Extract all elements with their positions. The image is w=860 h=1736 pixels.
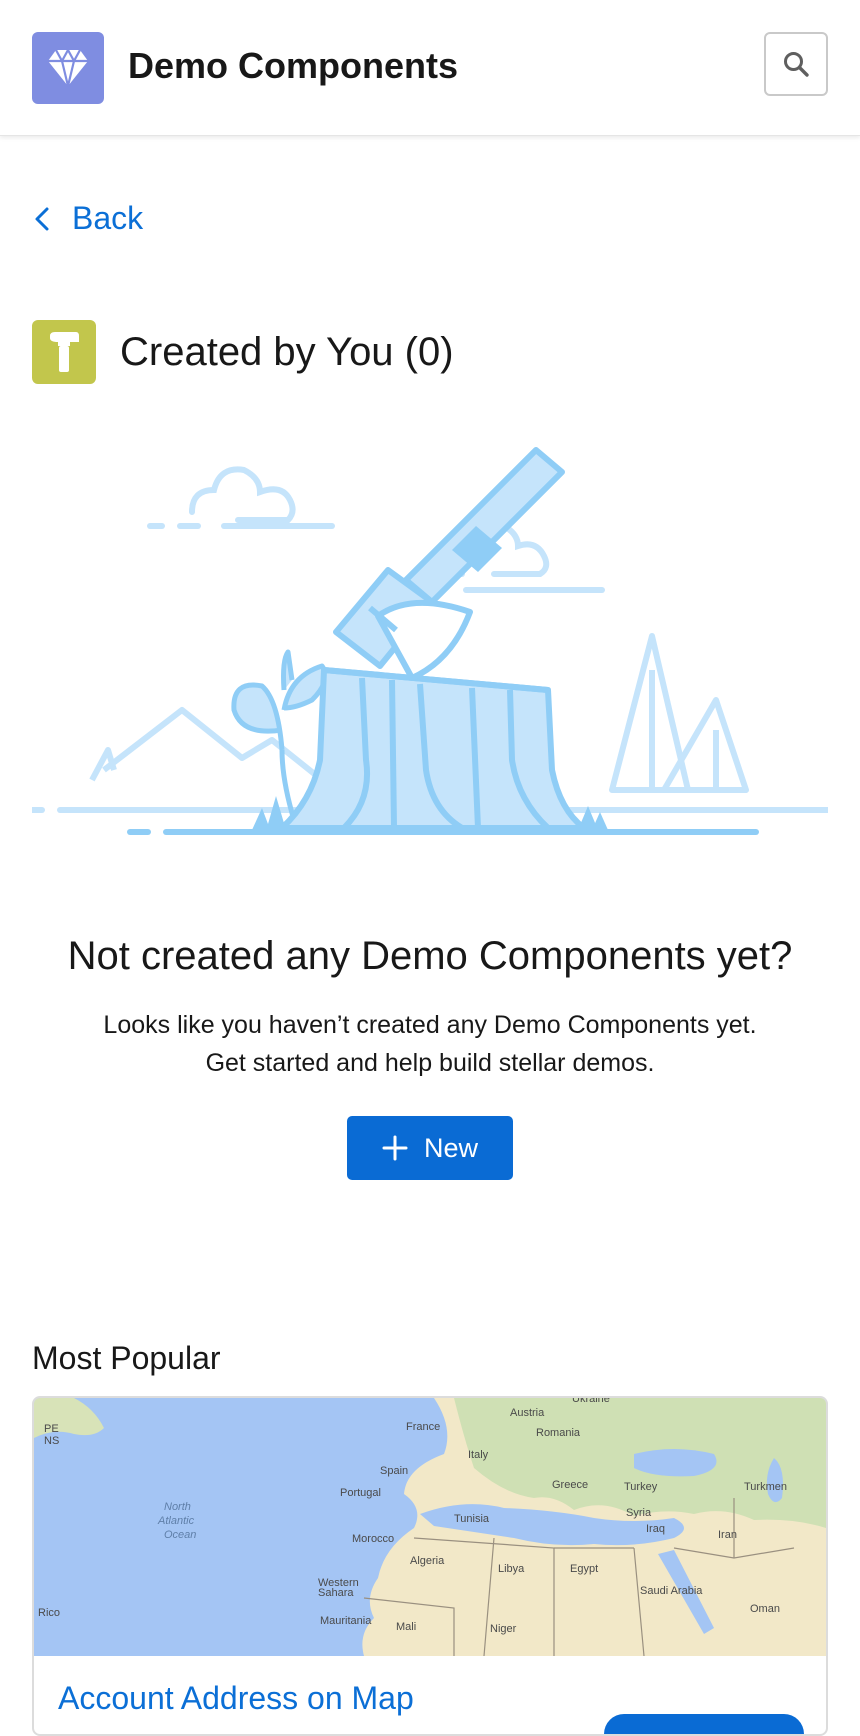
svg-text:NS: NS xyxy=(44,1435,59,1447)
svg-text:Greece: Greece xyxy=(552,1479,588,1491)
svg-text:North: North xyxy=(164,1501,191,1513)
svg-text:Syria: Syria xyxy=(626,1507,652,1519)
svg-text:Turkey: Turkey xyxy=(624,1481,658,1493)
svg-text:Italy: Italy xyxy=(468,1449,489,1461)
svg-text:Atlantic: Atlantic xyxy=(157,1515,195,1527)
chevron-left-icon xyxy=(32,205,52,233)
empty-state-body-line: Looks like you haven’t created any Demo … xyxy=(103,1011,757,1039)
card-action-button[interactable] xyxy=(604,1714,804,1734)
svg-text:Mali: Mali xyxy=(396,1621,416,1633)
app-title: Demo Components xyxy=(128,45,459,86)
svg-text:Tunisia: Tunisia xyxy=(454,1513,490,1525)
back-label: Back xyxy=(72,200,144,236)
search-button[interactable] xyxy=(764,32,828,96)
svg-text:Iraq: Iraq xyxy=(646,1523,665,1535)
section-title: Created by You (0) xyxy=(120,330,454,374)
map-thumbnail: Ukraine Austria France Romania Italy Spa… xyxy=(34,1398,826,1656)
svg-text:Egypt: Egypt xyxy=(570,1563,598,1575)
svg-text:Mauritania: Mauritania xyxy=(320,1615,372,1627)
empty-state-body-line: Get started and help build stellar demos… xyxy=(205,1049,655,1077)
app-header: Demo Components xyxy=(0,0,860,136)
svg-text:Austria: Austria xyxy=(510,1407,545,1419)
search-icon xyxy=(784,52,809,77)
svg-text:Iran: Iran xyxy=(718,1529,737,1541)
cloud-icon xyxy=(147,466,335,529)
svg-text:Morocco: Morocco xyxy=(352,1533,394,1545)
diamond-icon xyxy=(48,48,88,87)
back-link[interactable]: Back xyxy=(32,200,143,237)
card-title[interactable]: Account Address on Map xyxy=(58,1678,414,1718)
svg-text:Romania: Romania xyxy=(536,1427,581,1439)
svg-text:Turkmen: Turkmen xyxy=(744,1481,787,1493)
empty-state-body: Looks like you haven’t created any Demo … xyxy=(60,1006,800,1082)
component-card[interactable]: Ukraine Austria France Romania Italy Spa… xyxy=(32,1396,828,1736)
svg-text:Niger: Niger xyxy=(490,1623,517,1635)
empty-state-illustration xyxy=(32,447,828,835)
svg-text:Sahara: Sahara xyxy=(318,1587,354,1599)
object-icon xyxy=(32,320,96,384)
svg-text:PE: PE xyxy=(44,1423,59,1435)
section-header: Created by You (0) xyxy=(32,320,454,384)
svg-text:Spain: Spain xyxy=(380,1465,408,1477)
svg-text:Saudi Arabia: Saudi Arabia xyxy=(640,1585,703,1597)
new-button[interactable]: New xyxy=(347,1116,513,1180)
most-popular-heading: Most Popular xyxy=(32,1340,221,1376)
svg-text:Portugal: Portugal xyxy=(340,1487,381,1499)
svg-text:Ukraine: Ukraine xyxy=(572,1398,610,1405)
svg-text:France: France xyxy=(406,1421,440,1433)
svg-text:Algeria: Algeria xyxy=(410,1555,445,1567)
new-button-label: New xyxy=(423,1132,478,1163)
svg-text:Libya: Libya xyxy=(498,1563,525,1575)
svg-text:Oman: Oman xyxy=(750,1603,780,1615)
svg-text:Ocean: Ocean xyxy=(164,1529,196,1541)
empty-state-heading: Not created any Demo Components yet? xyxy=(67,934,793,978)
plus-icon xyxy=(382,1135,408,1161)
svg-text:Rico: Rico xyxy=(38,1607,60,1619)
hammer-icon xyxy=(50,332,79,372)
app-icon xyxy=(32,32,104,104)
